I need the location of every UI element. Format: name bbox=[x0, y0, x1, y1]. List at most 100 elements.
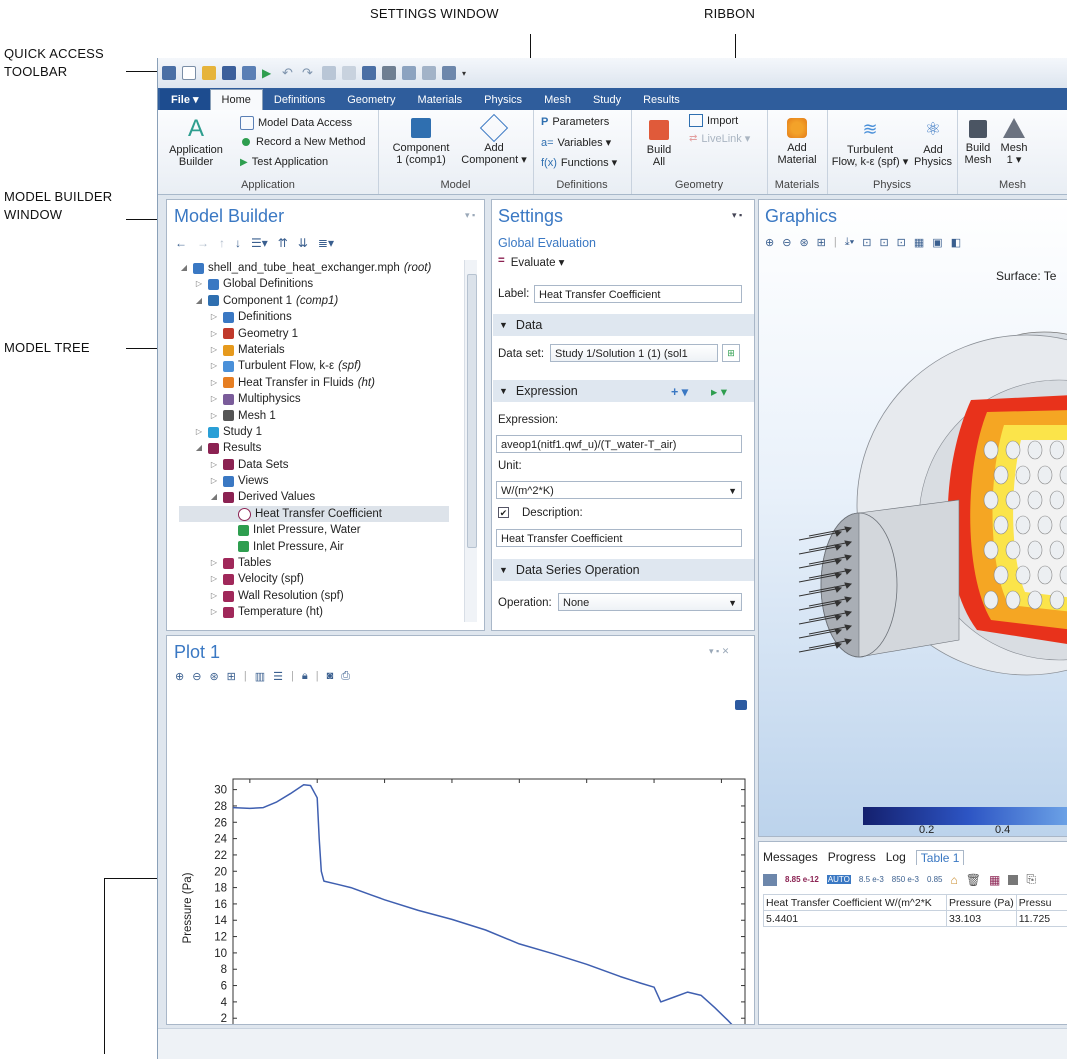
tree-expander-icon[interactable]: ▷ bbox=[209, 588, 219, 604]
undo-icon[interactable]: ↶ bbox=[282, 66, 296, 80]
tree-item[interactable]: ▷ Geometry 1 bbox=[179, 326, 449, 342]
table-cell-pressure[interactable]: 33.103 bbox=[946, 910, 1017, 927]
zoom-in-icon[interactable]: ⊕ bbox=[765, 236, 774, 249]
table-header-pressure[interactable]: Pressure (Pa) bbox=[946, 894, 1017, 911]
component-button[interactable]: Component 1 (comp1) bbox=[386, 114, 456, 166]
livelink-button[interactable]: ⇄ LiveLink ▾ bbox=[689, 132, 750, 145]
enable-icon[interactable] bbox=[402, 66, 416, 80]
zoom-extents-icon[interactable]: ⊞ bbox=[817, 236, 826, 249]
delete-table-icon[interactable]: 🗑︎ bbox=[966, 873, 981, 887]
parameters-button[interactable]: P Parameters bbox=[541, 116, 609, 128]
tree-item[interactable]: ▷ Tables bbox=[179, 555, 449, 571]
settings-window-controls[interactable]: ▾ ▪ bbox=[732, 210, 742, 221]
zx-view-icon[interactable]: ⊡ bbox=[897, 236, 906, 249]
tab-study[interactable]: Study bbox=[582, 90, 632, 110]
paste-icon[interactable] bbox=[342, 66, 356, 80]
tree-expander-icon[interactable]: ◢ bbox=[179, 260, 189, 276]
tree-item[interactable]: ◢ Component 1 (comp1) bbox=[179, 293, 449, 309]
tree-expander-icon[interactable]: ◢ bbox=[194, 293, 204, 309]
tree-item[interactable]: ▷ Velocity (spf) bbox=[179, 571, 449, 587]
tree-expander-icon[interactable]: ▷ bbox=[194, 276, 204, 292]
disable-icon[interactable] bbox=[422, 66, 436, 80]
tree-expander-icon[interactable]: ▷ bbox=[209, 408, 219, 424]
down-arrow-icon[interactable]: ↓ bbox=[235, 236, 241, 250]
tree-item[interactable]: ▷ Heat Transfer in Fluids (ht) bbox=[179, 375, 449, 391]
scrollbar-thumb[interactable] bbox=[467, 274, 477, 548]
redo-icon[interactable]: ↷ bbox=[302, 66, 316, 80]
tab-progress[interactable]: Progress bbox=[828, 850, 876, 865]
view-axis-icon[interactable]: ⤓▾ bbox=[845, 236, 854, 249]
tab-table-1[interactable]: Table 1 bbox=[915, 850, 965, 865]
tree-item[interactable]: ▷ Temperature (ht) bbox=[179, 604, 449, 620]
tree-item[interactable]: ◢ shell_and_tube_heat_exchanger.mph (root) bbox=[179, 260, 449, 276]
copy-icon[interactable] bbox=[322, 66, 336, 80]
engineering-notation-icon[interactable]: 8.5 e-3 bbox=[859, 875, 884, 884]
table-graph-icon[interactable]: ▦ bbox=[989, 873, 1000, 887]
collapse-icon[interactable]: ⇊ bbox=[298, 236, 308, 250]
customize-chevron-icon[interactable]: ▾ bbox=[462, 69, 466, 78]
evaluate-button[interactable]: = Evaluate ▾ bbox=[498, 255, 564, 269]
build-mesh-button[interactable]: Build Mesh bbox=[961, 114, 995, 166]
table-header-pressure-2[interactable]: Pressu bbox=[1015, 894, 1067, 911]
heat-exchanger-render[interactable] bbox=[759, 300, 1067, 750]
zoom-box-icon[interactable]: ⊛ bbox=[799, 236, 808, 249]
tree-item[interactable]: ▷ Study 1 bbox=[179, 424, 449, 440]
tab-geometry[interactable]: Geometry bbox=[336, 90, 406, 110]
description-checkbox[interactable]: ✔ bbox=[498, 507, 509, 518]
model-builder-window-controls[interactable]: ▾ ▪ bbox=[465, 210, 475, 221]
tree-item[interactable]: ▷ Global Definitions bbox=[179, 276, 449, 292]
tree-expander-icon[interactable]: ▷ bbox=[209, 473, 219, 489]
save-icon[interactable] bbox=[222, 66, 236, 80]
precision-icon[interactable]: 8.85 e-12 bbox=[785, 875, 819, 884]
model-tree-scrollbar[interactable] bbox=[464, 260, 477, 622]
functions-button[interactable]: f(x) Functions ▾ bbox=[541, 156, 617, 170]
decimal-notation-icon[interactable]: 0.85 bbox=[927, 875, 943, 884]
render-icon[interactable]: ▣ bbox=[932, 236, 942, 249]
label-input[interactable]: Heat Transfer Coefficient bbox=[534, 285, 742, 303]
run-icon[interactable]: ▶ bbox=[262, 66, 276, 80]
tree-expander-icon[interactable]: ◢ bbox=[194, 440, 204, 456]
tab-log[interactable]: Log bbox=[886, 850, 906, 865]
tree-expander-icon[interactable]: ▷ bbox=[209, 391, 219, 407]
pressure-line-chart[interactable]: 024681012141618202224262830-0.100.10.20.… bbox=[167, 636, 755, 1025]
app-menu-icon[interactable] bbox=[162, 66, 176, 80]
test-application-button[interactable]: ▶ Test Application bbox=[240, 156, 328, 168]
tree-item[interactable]: Inlet Pressure, Water bbox=[179, 522, 449, 538]
section-expression[interactable]: ▼ Expression + ▾ ▸ ▾ bbox=[493, 380, 754, 402]
tab-results[interactable]: Results bbox=[632, 90, 691, 110]
model-data-access-button[interactable]: Model Data Access bbox=[240, 116, 352, 130]
tree-item[interactable]: ▷ Wall Resolution (spf) bbox=[179, 588, 449, 604]
tree-expander-icon[interactable]: ▷ bbox=[209, 555, 219, 571]
expression-input[interactable]: aveop1(nitf1.qwf_u)/(T_water-T_air) bbox=[496, 435, 742, 453]
tree-options-icon[interactable]: ≣▾ bbox=[318, 236, 334, 250]
section-data-series-operation[interactable]: ▼ Data Series Operation bbox=[493, 559, 754, 581]
tree-item[interactable]: ▷ Materials bbox=[179, 342, 449, 358]
delete-icon[interactable] bbox=[382, 66, 396, 80]
tree-item[interactable]: ▷ Multiphysics bbox=[179, 391, 449, 407]
add-expression-icon[interactable]: + ▾ bbox=[671, 384, 688, 399]
forward-arrow-icon[interactable]: → bbox=[197, 236, 209, 250]
back-arrow-icon[interactable]: ← bbox=[175, 236, 187, 250]
tree-item[interactable]: ◢ Derived Values bbox=[179, 489, 449, 505]
clear-table-icon[interactable]: ⌂ bbox=[951, 873, 958, 887]
save-as-icon[interactable] bbox=[242, 66, 256, 80]
operation-select[interactable]: None ▼ bbox=[558, 593, 742, 611]
table-cell-pressure-2[interactable]: 11.725 bbox=[1015, 910, 1067, 927]
section-data[interactable]: ▼ Data bbox=[493, 314, 754, 336]
auto-notation-icon[interactable]: AUTO bbox=[826, 875, 851, 884]
record-method-button[interactable]: Record a New Method bbox=[240, 136, 365, 148]
mesh1-button[interactable]: Mesh 1 ▾ bbox=[997, 114, 1031, 166]
build-all-button[interactable]: Build All bbox=[637, 114, 681, 168]
description-input[interactable]: Heat Transfer Coefficient bbox=[496, 529, 742, 547]
turbulent-flow-button[interactable]: ≋ Turbulent Flow, k-ε (spf) ▾ bbox=[829, 114, 911, 168]
tree-item[interactable]: ▷ Definitions bbox=[179, 309, 449, 325]
tab-home[interactable]: Home bbox=[209, 89, 263, 110]
up-arrow-icon[interactable]: ↑ bbox=[219, 236, 225, 250]
table-layout-icon[interactable] bbox=[763, 873, 777, 886]
tab-file[interactable]: File ▾ bbox=[160, 89, 210, 110]
tree-item[interactable]: ▷ Turbulent Flow, k-ε (spf) bbox=[179, 358, 449, 374]
application-builder-button[interactable]: A Application Builder bbox=[166, 114, 226, 168]
table-cell-htc[interactable]: 5.4401 bbox=[763, 910, 947, 927]
tree-expander-icon[interactable]: ▷ bbox=[209, 342, 219, 358]
tree-expander-icon[interactable]: ▷ bbox=[209, 358, 219, 374]
